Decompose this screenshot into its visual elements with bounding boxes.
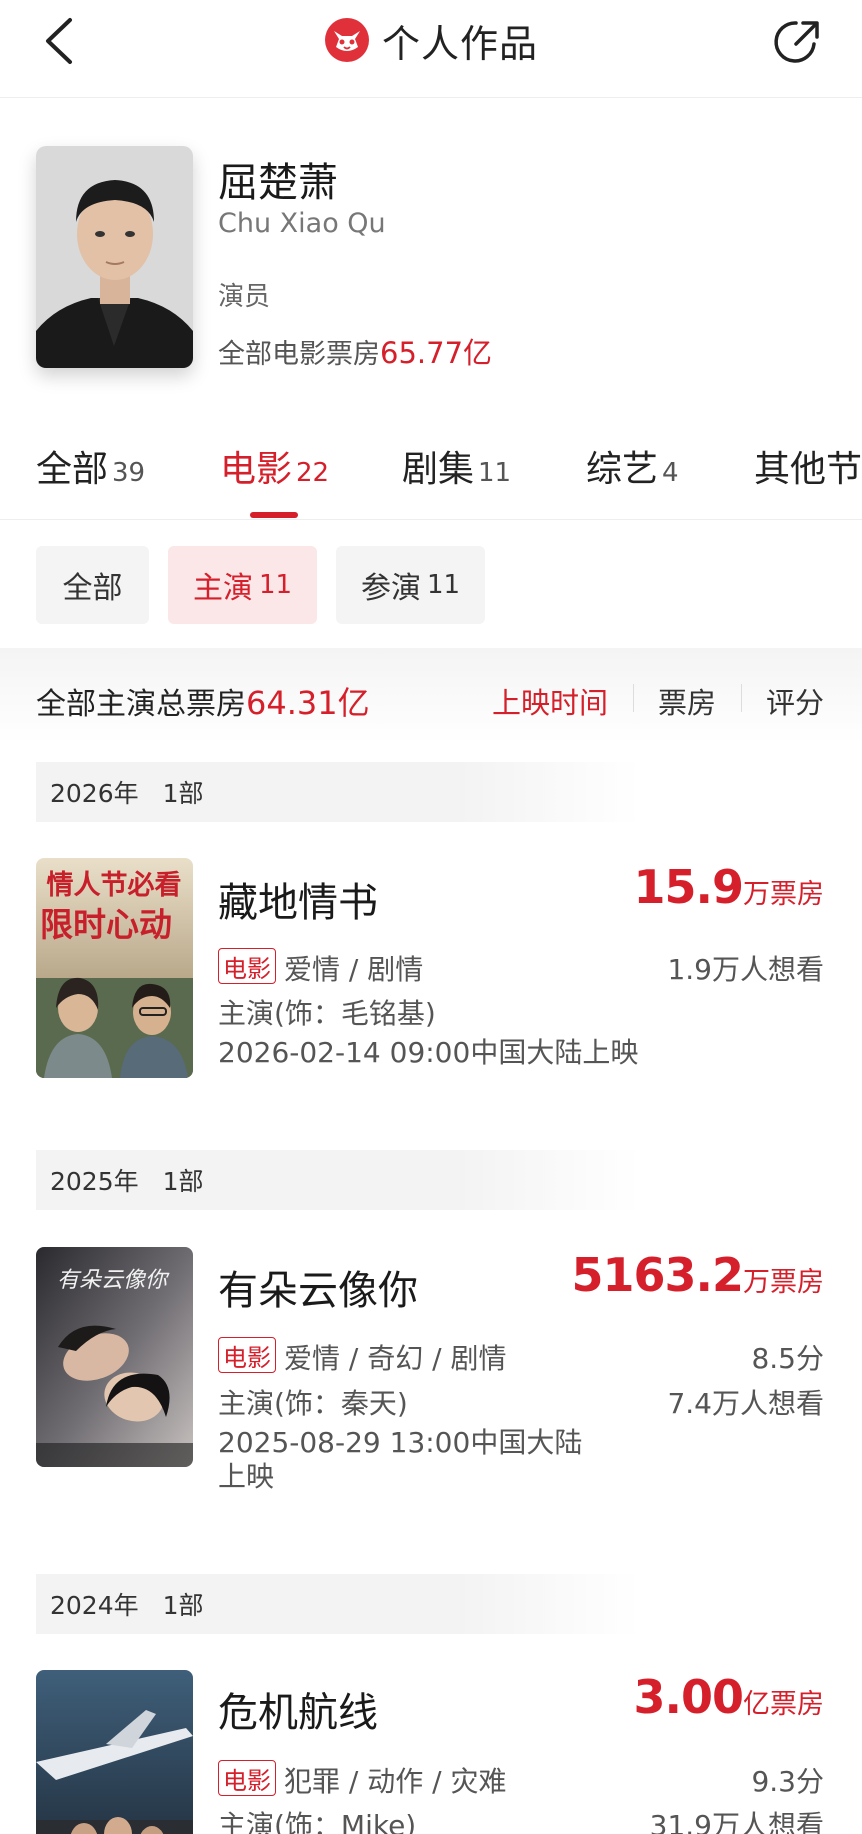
movie-genre: 犯罪 / 动作 / 灾难 [284,1765,507,1798]
poster-text: 有朵云像你 [57,1268,170,1293]
movie-want-count: 1.9万人想看 [667,953,824,986]
filter-count: 11 [258,570,293,600]
filter-label: 全部 [62,571,123,606]
movie-box-office: 15.9万票房 [634,860,825,914]
filter-supporting[interactable]: 参演 11 [336,546,485,624]
sort-box-office[interactable]: 票房 [658,680,716,722]
category-tabs: 全部 39 电影 22 剧集 11 综艺 4 其他节 [0,430,862,520]
tab-variety[interactable]: 综艺 4 [586,440,679,492]
summary-label: 全部主演总票房 [36,687,246,722]
poster-text: 情人节必看 [47,870,182,901]
movie-title[interactable]: 危机航线 [218,1680,378,1738]
box-number: 15.9 [633,860,744,914]
movie-score: 8.5分 [751,1342,824,1375]
movie-title[interactable]: 藏地情书 [218,870,378,928]
year-label: 2025年 [50,1167,139,1196]
movie-box-office: 5163.2万票房 [571,1248,824,1302]
filter-lead[interactable]: 主演 11 [168,546,317,624]
poster-image: 有朵云像你 [36,1247,193,1467]
filter-all[interactable]: 全部 [36,546,149,624]
box-unit: 亿票房 [743,1689,824,1720]
share-icon[interactable] [770,14,826,70]
filter-count: 11 [426,570,461,600]
tab-label: 综艺 [586,449,659,490]
poster-image [36,1670,193,1834]
title-group: 个人作品 [0,14,862,66]
movie-release: 2025-08-29 13:00中国大陆 [218,1426,583,1459]
movie-poster[interactable]: 情人节必看 限时心动 [36,858,193,1078]
movie-role: 主演(饰：秦天) [218,1387,408,1420]
tab-count: 11 [478,458,512,488]
sort-release-time[interactable]: 上映时间 [492,680,608,722]
movie-type-tag: 电影 [218,948,276,984]
filter-label: 参演 [360,571,421,606]
movie-title[interactable]: 有朵云像你 [218,1258,418,1316]
movie-poster[interactable] [36,1670,193,1834]
tab-count: 4 [662,458,679,488]
year-count: 1部 [162,779,204,808]
tab-movie[interactable]: 电影 22 [220,440,329,492]
year-header: 2026年 1部 [36,762,640,822]
tab-label: 剧集 [402,449,475,490]
top-bar: 个人作品 [0,0,862,98]
sort-rating[interactable]: 评分 [766,680,824,722]
movie-want-count: 31.9万人想看 [649,1809,824,1834]
page-title: 个人作品 [381,21,538,66]
box-unit: 万票房 [743,879,824,910]
tab-count: 22 [296,458,330,488]
year-header: 2025年 1部 [36,1150,640,1210]
movie-genre: 爱情 / 奇幻 / 剧情 [284,1342,507,1375]
movie-release-cont: 上映 [218,1460,275,1493]
movie-score: 9.3分 [751,1765,824,1798]
actor-avatar[interactable] [36,146,193,368]
movie-role: 主演(饰：Mike) [218,1809,417,1834]
movie-poster[interactable]: 有朵云像你 [36,1247,193,1467]
year-label: 2024年 [50,1591,139,1620]
poster-image: 情人节必看 限时心动 [36,858,193,1078]
box-number: 5163.2 [571,1248,744,1302]
movie-type-tag: 电影 [218,1337,276,1373]
poster-text: 限时心动 [40,905,172,944]
tab-count: 39 [112,458,146,488]
box-unit: 万票房 [743,1267,824,1298]
total-box-office: 全部电影票房65.77亿 [218,330,492,372]
active-tab-indicator [250,512,298,518]
lead-box-summary: 全部主演总票房64.31亿 [36,678,370,724]
tab-label: 电影 [220,449,293,490]
movie-genre: 爱情 / 剧情 [284,953,424,986]
tab-all[interactable]: 全部 39 [36,440,145,492]
sort-divider [633,684,634,712]
year-label: 2026年 [50,779,139,808]
actor-role: 演员 [218,282,271,312]
year-count: 1部 [162,1167,204,1196]
tab-label: 其他节 [754,449,862,490]
tab-series[interactable]: 剧集 11 [402,440,511,492]
box-number: 3.00 [633,1670,744,1724]
sort-divider [741,684,742,712]
movie-role: 主演(饰：毛铭基) [218,997,436,1030]
movie-box-office: 3.00亿票房 [634,1670,825,1724]
total-box-label: 全部电影票房 [218,339,380,370]
actor-name-en: Chu Xiao Qu [218,208,386,239]
summary-value: 64.31亿 [246,684,370,722]
year-count: 1部 [162,1591,204,1620]
movie-want-count: 7.4万人想看 [667,1387,824,1420]
movie-type-tag: 电影 [218,1760,276,1796]
year-header: 2024年 1部 [36,1574,640,1634]
tab-other[interactable]: 其他节 [754,440,862,492]
filter-label: 主演 [192,571,253,606]
total-box-value: 65.77亿 [380,336,493,370]
avatar-image [36,146,193,368]
cat-logo-icon [324,18,369,62]
actor-name: 屈楚萧 [218,160,338,206]
movie-release: 2026-02-14 09:00中国大陆上映 [218,1036,639,1069]
tab-label: 全部 [36,449,109,490]
